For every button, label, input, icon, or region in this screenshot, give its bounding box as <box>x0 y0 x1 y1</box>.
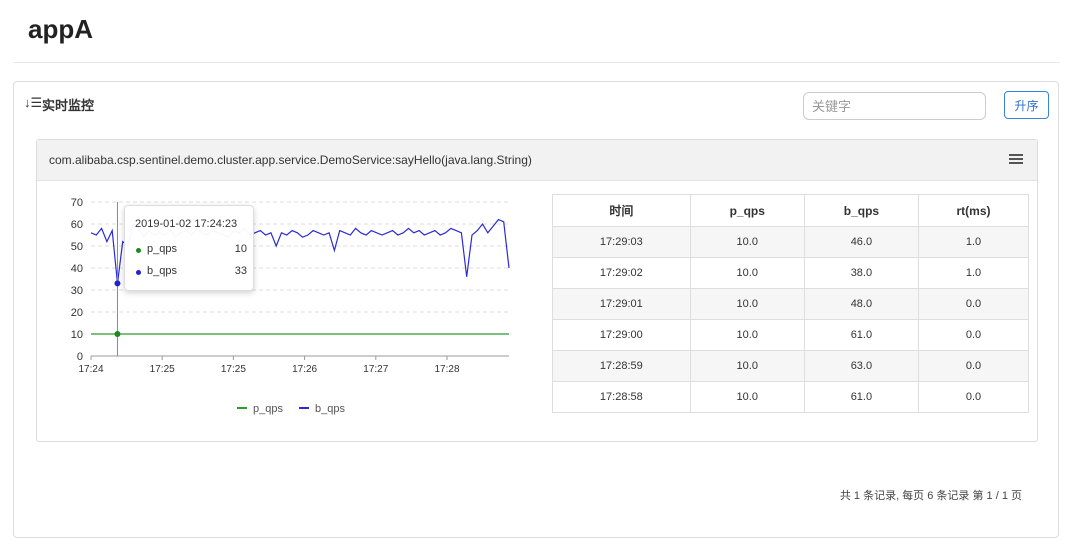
p-qps-highlight-point <box>114 331 120 337</box>
y-tick-label: 60 <box>71 219 83 231</box>
tooltip-time: 2019-01-02 17:24:23 <box>135 218 237 230</box>
x-tick-label: 17:26 <box>292 364 317 375</box>
cell-b-qps: 48.0 <box>804 289 918 320</box>
cell-time: 17:29:02 <box>553 258 691 289</box>
tooltip-row-p-qps: p_qps 10 <box>135 243 247 257</box>
cell-time: 17:28:59 <box>553 351 691 382</box>
cell-time: 17:29:01 <box>553 289 691 320</box>
page-title: appA <box>28 14 93 45</box>
cell-rt: 0.0 <box>918 351 1028 382</box>
ascending-sort-button[interactable]: 升序 <box>1004 91 1049 119</box>
keyword-search-input[interactable] <box>803 92 986 120</box>
y-tick-label: 30 <box>71 285 83 297</box>
y-tick-label: 50 <box>71 241 83 253</box>
y-tick-label: 70 <box>71 197 83 209</box>
cell-rt: 0.0 <box>918 382 1028 413</box>
cell-p-qps: 10.0 <box>690 382 804 413</box>
p-qps-dot-icon <box>136 248 141 253</box>
resource-name: com.alibaba.csp.sentinel.demo.cluster.ap… <box>49 153 532 167</box>
x-tick-label: 17:25 <box>150 364 175 375</box>
cell-rt: 0.0 <box>918 320 1028 351</box>
column-header-b-qps: b_qps <box>804 195 918 227</box>
legend-label-p-qps: p_qps <box>253 403 283 415</box>
hamburger-menu-icon[interactable] <box>1009 154 1023 166</box>
cell-b-qps: 63.0 <box>804 351 918 382</box>
pagination-summary: 共 1 条记录, 每页 6 条记录 第 1 / 1 页 <box>840 487 1022 503</box>
x-tick-label: 17:25 <box>221 364 246 375</box>
cell-b-qps: 38.0 <box>804 258 918 289</box>
cell-rt: 1.0 <box>918 227 1028 258</box>
cell-b-qps: 61.0 <box>804 382 918 413</box>
table-row: 17:29:00 10.0 61.0 0.0 <box>553 320 1029 351</box>
table-header-row: 时间 p_qps b_qps rt(ms) <box>553 195 1029 227</box>
x-tick-label: 17:28 <box>434 364 459 375</box>
realtime-monitor-panel: ↓☰ 实时监控 升序 com.alibaba.csp.sentinel.demo… <box>13 81 1059 538</box>
y-tick-label: 0 <box>77 351 83 363</box>
tooltip-row-b-qps: b_qps 33 <box>135 265 247 279</box>
cell-p-qps: 10.0 <box>690 227 804 258</box>
card-header: com.alibaba.csp.sentinel.demo.cluster.ap… <box>37 140 1037 181</box>
y-tick-label: 10 <box>71 329 83 341</box>
tooltip-label: b_qps <box>147 265 177 277</box>
cell-p-qps: 10.0 <box>690 289 804 320</box>
cell-time: 17:28:58 <box>553 382 691 413</box>
panel-title: 实时监控 <box>42 95 94 114</box>
b-qps-highlight-point <box>114 280 120 286</box>
table-row: 17:28:58 10.0 61.0 0.0 <box>553 382 1029 413</box>
column-header-rt: rt(ms) <box>918 195 1028 227</box>
cell-b-qps: 46.0 <box>804 227 918 258</box>
table-row: 17:29:01 10.0 48.0 0.0 <box>553 289 1029 320</box>
cell-p-qps: 10.0 <box>690 320 804 351</box>
qps-line-chart[interactable]: 0 10 20 30 40 50 60 70 17:24 17:25 17:25 17:26 17:27… <box>51 188 511 428</box>
tooltip-value: 10 <box>235 243 247 255</box>
resource-card: com.alibaba.csp.sentinel.demo.cluster.ap… <box>36 139 1038 442</box>
table-row: 17:29:02 10.0 38.0 1.0 <box>553 258 1029 289</box>
sort-icon[interactable]: ↓☰ <box>24 95 42 111</box>
cell-p-qps: 10.0 <box>690 258 804 289</box>
metrics-table: 时间 p_qps b_qps rt(ms) 17:29:03 10.0 46.0… <box>552 194 1029 413</box>
x-tick-label: 17:24 <box>78 364 103 375</box>
y-tick-label: 20 <box>71 307 83 319</box>
column-header-p-qps: p_qps <box>690 195 804 227</box>
table-row: 17:28:59 10.0 63.0 0.0 <box>553 351 1029 382</box>
chart-tooltip: 2019-01-02 17:24:23 p_qps 10 b_qps 33 <box>124 205 254 291</box>
b-qps-dot-icon <box>136 270 141 275</box>
cell-rt: 0.0 <box>918 289 1028 320</box>
column-header-time: 时间 <box>553 195 691 227</box>
x-tick-label: 17:27 <box>363 364 388 375</box>
cell-rt: 1.0 <box>918 258 1028 289</box>
cell-time: 17:29:03 <box>553 227 691 258</box>
title-divider <box>14 62 1060 63</box>
y-tick-label: 40 <box>71 263 83 275</box>
table-row: 17:29:03 10.0 46.0 1.0 <box>553 227 1029 258</box>
tooltip-label: p_qps <box>147 243 177 255</box>
legend-label-b-qps: b_qps <box>315 403 345 415</box>
cell-b-qps: 61.0 <box>804 320 918 351</box>
tooltip-value: 33 <box>235 265 247 277</box>
cell-p-qps: 10.0 <box>690 351 804 382</box>
cell-time: 17:29:00 <box>553 320 691 351</box>
